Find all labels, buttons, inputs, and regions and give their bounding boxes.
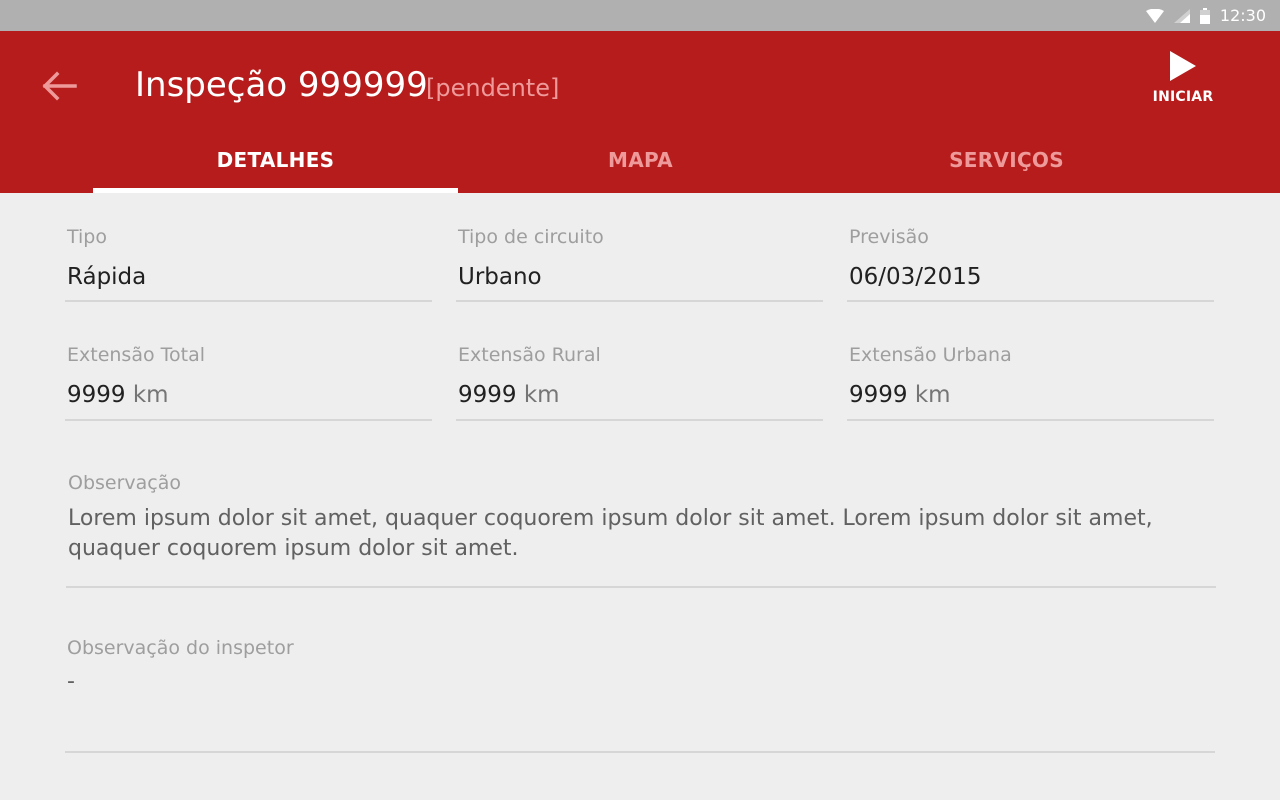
field-underline [456,300,823,302]
field-previsao-label: Previsão [849,226,929,248]
tab-detalhes[interactable]: DETALHES [93,127,458,193]
field-extensao-rural[interactable]: Extensão Rural 9999 km [456,344,823,421]
field-underline [65,300,432,302]
tab-bar: DETALHES MAPA SERVIÇOS [93,127,1189,193]
status-badge: [pendente] [426,74,560,102]
tab-indicator [93,188,458,193]
field-extensao-total-label: Extensão Total [67,344,206,366]
field-observacao[interactable]: Observação Lorem ipsum dolor sit amet, q… [66,472,1216,588]
back-button[interactable] [28,63,90,109]
field-observacao-inspetor-label: Observação do inspetor [67,637,294,659]
tab-servicos[interactable]: SERVIÇOS [824,127,1189,193]
field-tipo-circuito[interactable]: Tipo de circuito Urbano [456,226,823,302]
status-icons: 12:30 [1145,0,1266,31]
extensao-urbana-number: 9999 [849,382,908,408]
status-time: 12:30 [1219,6,1266,25]
arrow-left-icon [42,71,77,101]
app-bar: Inspeção 999999 [pendente] INICIAR DETAL… [0,31,1280,193]
field-tipo-label: Tipo [67,226,107,248]
tab-servicos-label: SERVIÇOS [949,148,1064,172]
field-extensao-rural-label: Extensão Rural [458,344,601,366]
field-tipo-circuito-value: Urbano [458,264,542,290]
signal-icon [1173,8,1190,23]
battery-icon [1199,7,1210,24]
extensao-rural-number: 9999 [458,382,517,408]
field-extensao-urbana-label: Extensão Urbana [849,344,1012,366]
tab-mapa-label: MAPA [608,148,673,172]
field-observacao-label: Observação [68,472,182,494]
play-icon [1170,51,1196,81]
field-underline [65,751,1215,753]
start-button-label: INICIAR [1152,89,1214,105]
extensao-urbana-unit: km [914,382,951,408]
page-title: Inspeção 999999 [135,65,428,105]
field-underline [66,586,1216,588]
field-observacao-value: Lorem ipsum dolor sit amet, quaquer coqu… [68,506,1153,561]
field-tipo-circuito-label: Tipo de circuito [458,226,604,248]
field-underline [847,300,1214,302]
field-extensao-rural-value: 9999 km [458,382,560,408]
extensao-total-number: 9999 [67,382,126,408]
field-observacao-inspetor[interactable]: Observação do inspetor - [65,637,1215,753]
field-underline [65,419,432,421]
field-underline [456,419,823,421]
extensao-total-unit: km [132,382,169,408]
field-observacao-inspetor-value: - [67,669,75,694]
field-extensao-total-value: 9999 km [67,382,169,408]
field-extensao-urbana[interactable]: Extensão Urbana 9999 km [847,344,1214,421]
field-tipo-value: Rápida [67,264,147,290]
field-extensao-total[interactable]: Extensão Total 9999 km [65,344,432,421]
tab-mapa[interactable]: MAPA [458,127,823,193]
wifi-icon [1145,8,1164,23]
field-previsao-value: 06/03/2015 [849,264,982,290]
field-underline [847,419,1214,421]
field-previsao[interactable]: Previsão 06/03/2015 [847,226,1214,302]
extensao-rural-unit: km [523,382,560,408]
start-button[interactable]: INICIAR [1148,47,1218,113]
tab-detalhes-label: DETALHES [216,148,335,172]
field-tipo[interactable]: Tipo Rápida [65,226,432,302]
status-bar: 12:30 [0,0,1280,31]
field-extensao-urbana-value: 9999 km [849,382,951,408]
